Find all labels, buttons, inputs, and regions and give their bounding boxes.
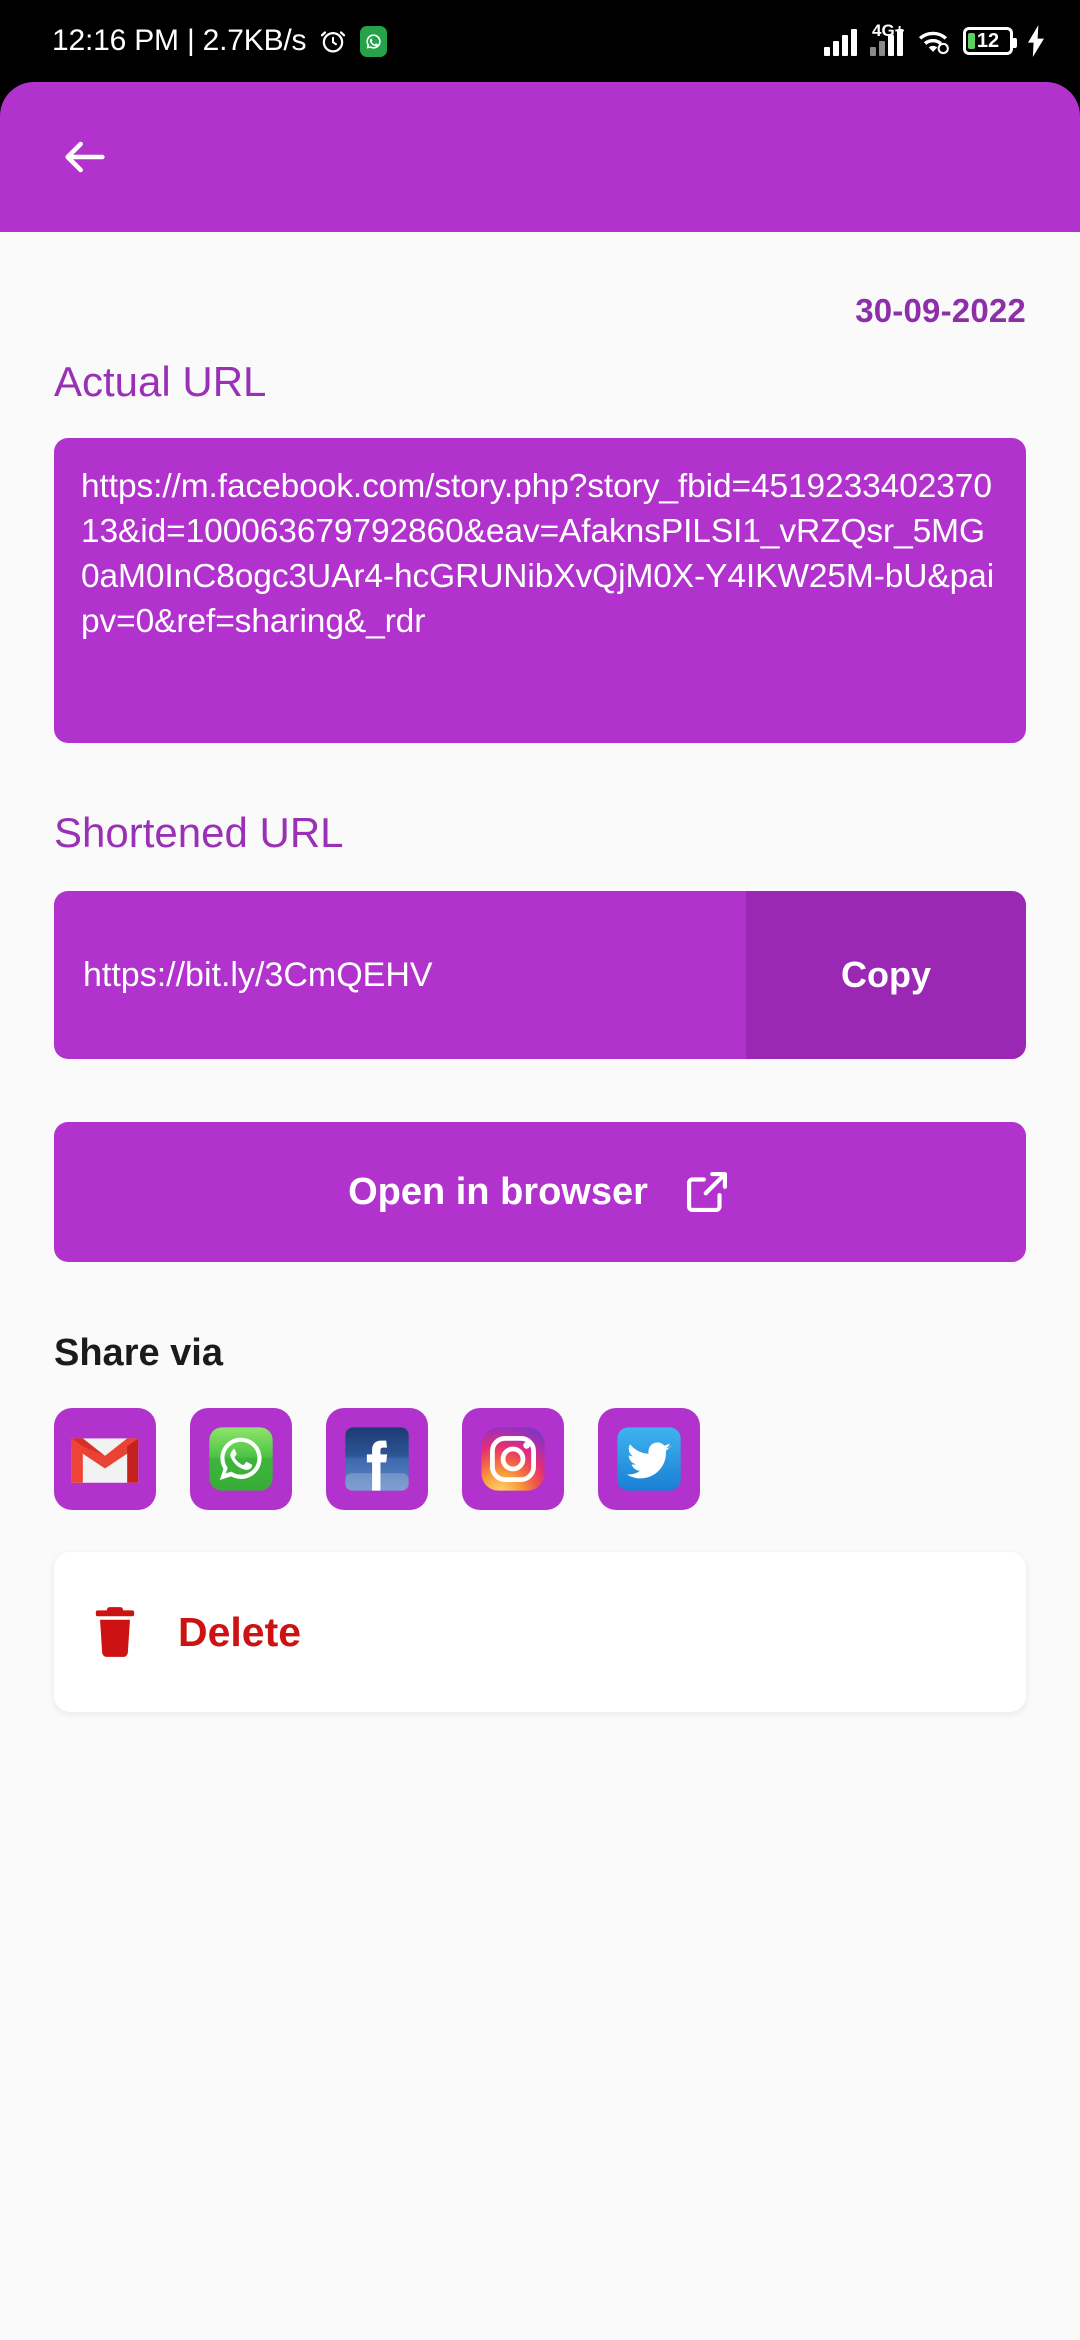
app-bar	[0, 82, 1080, 232]
status-bar-right: 4G+ 12	[824, 22, 1046, 57]
status-time-and-network-speed: 12:16 PM | 2.7KB/s	[52, 24, 307, 57]
gmail-icon	[71, 1438, 139, 1483]
whatsapp-notification-icon	[360, 25, 388, 57]
delete-button[interactable]: Delete	[54, 1552, 1026, 1712]
created-date-label: 30-09-2022	[855, 292, 1026, 329]
share-option-twitter[interactable]	[598, 1408, 700, 1510]
share-option-gmail[interactable]	[54, 1408, 156, 1510]
shortened-url-field[interactable]: https://bit.ly/3CmQEHV	[54, 891, 746, 1059]
back-arrow-icon	[65, 141, 105, 173]
twitter-icon	[617, 1427, 681, 1491]
network-type-label: 4G+	[872, 21, 905, 40]
open-in-browser-button[interactable]: Open in browser	[54, 1122, 1026, 1262]
facebook-icon	[345, 1427, 409, 1491]
main-content: 30-09-2022 Actual URL https://m.facebook…	[0, 232, 1080, 2340]
share-option-whatsapp[interactable]	[190, 1408, 292, 1510]
status-bar: 12:16 PM | 2.7KB/s 4G+ 12	[0, 0, 1080, 82]
actual-url-box[interactable]: https://m.facebook.com/story.php?story_f…	[54, 438, 1026, 743]
battery-percentage-label: 12	[976, 30, 1000, 52]
mobile-network-indicator: 4G+	[870, 22, 905, 56]
copy-button-label: Copy	[841, 954, 931, 995]
actual-url-value: https://m.facebook.com/story.php?story_f…	[81, 468, 995, 640]
instagram-icon	[481, 1427, 545, 1491]
signal-bars-icon	[824, 26, 857, 56]
status-bar-left: 12:16 PM | 2.7KB/s	[52, 24, 388, 58]
shortened-url-row: https://bit.ly/3CmQEHV Copy	[54, 891, 1026, 1059]
whatsapp-glyph-icon	[366, 33, 382, 49]
external-link-icon	[686, 1172, 727, 1212]
share-option-facebook[interactable]	[326, 1408, 428, 1510]
copy-button[interactable]: Copy	[746, 891, 1026, 1059]
back-button[interactable]	[48, 120, 122, 194]
shortened-url-value: https://bit.ly/3CmQEHV	[83, 955, 433, 994]
trash-icon	[95, 1607, 135, 1657]
actual-url-heading: Actual URL	[54, 358, 267, 405]
shortened-url-heading: Shortened URL	[54, 809, 344, 856]
open-in-browser-label: Open in browser	[348, 1170, 648, 1213]
share-via-heading: Share via	[54, 1332, 223, 1374]
phone-screen: 12:16 PM | 2.7KB/s 4G+ 12 30-09-2022 Act…	[0, 0, 1080, 2340]
wifi-icon	[918, 31, 949, 55]
charging-bolt-icon	[1028, 25, 1044, 57]
whatsapp-icon	[209, 1427, 273, 1491]
delete-button-label: Delete	[178, 1608, 302, 1655]
alarm-clock-icon	[321, 31, 346, 53]
share-options-row	[54, 1408, 1026, 1510]
battery-indicator: 12	[963, 27, 1017, 55]
share-option-instagram[interactable]	[462, 1408, 564, 1510]
